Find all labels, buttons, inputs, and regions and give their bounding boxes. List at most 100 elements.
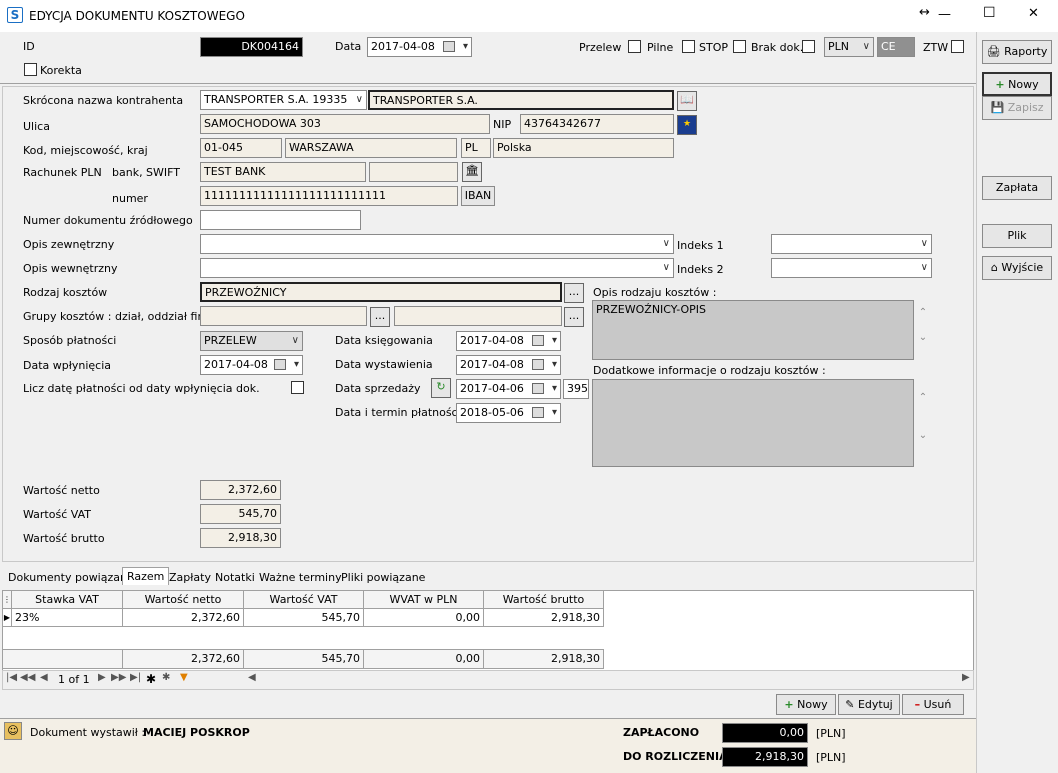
col-vat[interactable]: Wartość VAT	[244, 591, 364, 609]
kod-field[interactable]: 01-045	[200, 138, 282, 158]
cell-netto[interactable]: 2,372,60	[123, 609, 244, 627]
last-page-icon[interactable]: ▶|	[130, 672, 141, 683]
pilne-checkbox[interactable]	[682, 40, 695, 53]
calendar-icon[interactable]	[443, 41, 455, 52]
prev-page-icon[interactable]: ◀	[40, 672, 48, 683]
col-brutto[interactable]: Wartość brutto	[484, 591, 604, 609]
wplyniecia-field[interactable]: 2017-04-08 ▾	[200, 355, 303, 375]
close-button[interactable]: ✕	[1028, 6, 1039, 21]
kontrahent-code-select[interactable]: TRANSPORTER S.A. 19335 ∨	[200, 90, 367, 110]
cell-wvat[interactable]: 0,00	[364, 609, 484, 627]
wystawienia-field[interactable]: 2017-04-08 ▾	[456, 355, 561, 375]
currency-select[interactable]: PLN ∨	[824, 37, 874, 57]
dodatkowe-scrollbar[interactable]: ⌃ ⌄	[916, 379, 930, 467]
miasto-field[interactable]: WARSZAWA	[285, 138, 457, 158]
tab-zaplaty[interactable]: Zapłaty	[165, 569, 215, 586]
tab-dokumenty[interactable]: Dokumenty powiązane	[4, 569, 138, 586]
eu-flag-icon[interactable]: ★	[677, 115, 697, 135]
korekta-checkbox[interactable]	[24, 63, 37, 76]
opis-rodzaju-scrollbar[interactable]: ⌃ ⌄	[916, 300, 930, 360]
cell-brutto[interactable]: 2,918,30	[484, 609, 604, 627]
kontrahent-name-field[interactable]: TRANSPORTER S.A.	[368, 90, 674, 110]
numer-field[interactable]: 11111111111111111111111111	[200, 186, 458, 206]
chevron-down-icon[interactable]: ▾	[552, 382, 557, 396]
chevron-down-icon[interactable]: ∨	[663, 237, 670, 251]
grupy-dzial-browse-button[interactable]: ...	[370, 307, 390, 327]
cell-stawka[interactable]: 23%	[12, 609, 123, 627]
tab-pliki[interactable]: Pliki powiązane	[337, 569, 429, 586]
wyjscie-button[interactable]: ⌂ Wyjście	[982, 256, 1052, 280]
nip-field[interactable]: 43764342677	[520, 114, 674, 134]
scroll-left-icon[interactable]: ◀	[248, 672, 256, 683]
first-page-icon[interactable]: |◀	[6, 672, 17, 683]
zapisz-button[interactable]: 💾 Zapisz	[982, 96, 1052, 120]
data-field[interactable]: 2017-04-08 ▾	[367, 37, 472, 57]
next-page-icon[interactable]: ▶	[98, 672, 106, 683]
brak-dok-checkbox[interactable]	[802, 40, 815, 53]
termin-field[interactable]: 2018-05-06 ▾	[456, 403, 561, 423]
chevron-down-icon[interactable]: ▾	[552, 406, 557, 420]
grid-delete-button[interactable]: – Usuń	[902, 694, 964, 715]
plik-button[interactable]: Plik	[982, 224, 1052, 248]
grupy-oddzial-browse-button[interactable]: ...	[564, 307, 584, 327]
iban-button[interactable]: IBAN	[461, 186, 495, 206]
scroll-right-icon[interactable]: ▶	[962, 672, 970, 683]
indeks1-select[interactable]: ∨	[771, 234, 932, 254]
prev-block-icon[interactable]: ◀◀	[20, 672, 35, 683]
raporty-button[interactable]: 🖨 Raporty	[982, 40, 1052, 64]
calendar-icon[interactable]	[532, 383, 544, 394]
chevron-down-icon[interactable]: ∨	[921, 237, 928, 251]
resize-icon[interactable]: ↔	[919, 5, 930, 20]
zaplata-button[interactable]: Zapłata	[982, 176, 1052, 200]
filter-icon[interactable]: ▼	[180, 672, 188, 683]
cell-vat[interactable]: 545,70	[244, 609, 364, 627]
edit-record-icon[interactable]: ✱	[162, 672, 170, 683]
chevron-down-icon[interactable]: ▾	[552, 334, 557, 348]
chevron-down-icon[interactable]: ▾	[552, 358, 557, 372]
bank-icon[interactable]: 🏛	[462, 162, 482, 182]
chevron-down-icon[interactable]: ∨	[663, 261, 670, 275]
zrodlowy-field[interactable]	[200, 210, 361, 230]
nowy-button[interactable]: + Nowy	[982, 72, 1052, 96]
chevron-down-icon[interactable]: ∨	[863, 40, 870, 54]
sprzedazy-days-field[interactable]: 395	[563, 379, 589, 399]
ztw-checkbox[interactable]	[951, 40, 964, 53]
grid-add-button[interactable]: + Nowy	[776, 694, 836, 715]
ksiegowania-field[interactable]: 2017-04-08 ▾	[456, 331, 561, 351]
calendar-icon[interactable]	[532, 407, 544, 418]
calendar-icon[interactable]	[274, 359, 286, 370]
add-record-icon[interactable]: ✱	[146, 672, 156, 686]
grupy-dzial-field[interactable]	[200, 306, 367, 326]
chevron-down-icon[interactable]: ∨	[356, 93, 363, 107]
tab-razem[interactable]: Razem	[122, 567, 170, 585]
kraj-code-field[interactable]: PL	[461, 138, 491, 158]
col-stawka[interactable]: Stawka VAT	[12, 591, 123, 609]
rodzaj-field[interactable]: PRZEWOŹNICY	[200, 282, 562, 302]
chevron-down-icon[interactable]: ▾	[463, 40, 468, 54]
stop-checkbox[interactable]	[733, 40, 746, 53]
chevron-down-icon[interactable]: ▾	[294, 358, 299, 372]
licz-checkbox[interactable]	[291, 381, 304, 394]
tab-wazne-terminy[interactable]: Ważne terminy	[255, 569, 346, 586]
przelew-checkbox[interactable]	[628, 40, 641, 53]
kraj-name-field[interactable]: Polska	[493, 138, 674, 158]
calendar-icon[interactable]	[532, 359, 544, 370]
opis-wew-select[interactable]: ∨	[200, 258, 674, 278]
next-block-icon[interactable]: ▶▶	[111, 672, 126, 683]
calendar-icon[interactable]	[532, 335, 544, 346]
chevron-down-icon[interactable]: ∨	[292, 334, 299, 348]
tab-notatki[interactable]: Notatki	[211, 569, 259, 586]
book-icon[interactable]: 📖	[677, 91, 697, 111]
grupy-oddzial-field[interactable]	[394, 306, 562, 326]
refresh-icon[interactable]: ↻	[431, 378, 451, 398]
grid-edit-button[interactable]: ✎ Edytuj	[838, 694, 900, 715]
rodzaj-browse-button[interactable]: ...	[564, 283, 584, 303]
col-wvat[interactable]: WVAT w PLN	[364, 591, 484, 609]
bank-field[interactable]: TEST BANK	[200, 162, 366, 182]
sposob-select[interactable]: PRZELEW ∨	[200, 331, 303, 351]
ulica-field[interactable]: SAMOCHODOWA 303	[200, 114, 490, 134]
minimize-button[interactable]: —	[938, 7, 951, 22]
chevron-down-icon[interactable]: ∨	[921, 261, 928, 275]
sprzedazy-field[interactable]: 2017-04-06 ▾	[456, 379, 561, 399]
opis-zew-select[interactable]: ∨	[200, 234, 674, 254]
